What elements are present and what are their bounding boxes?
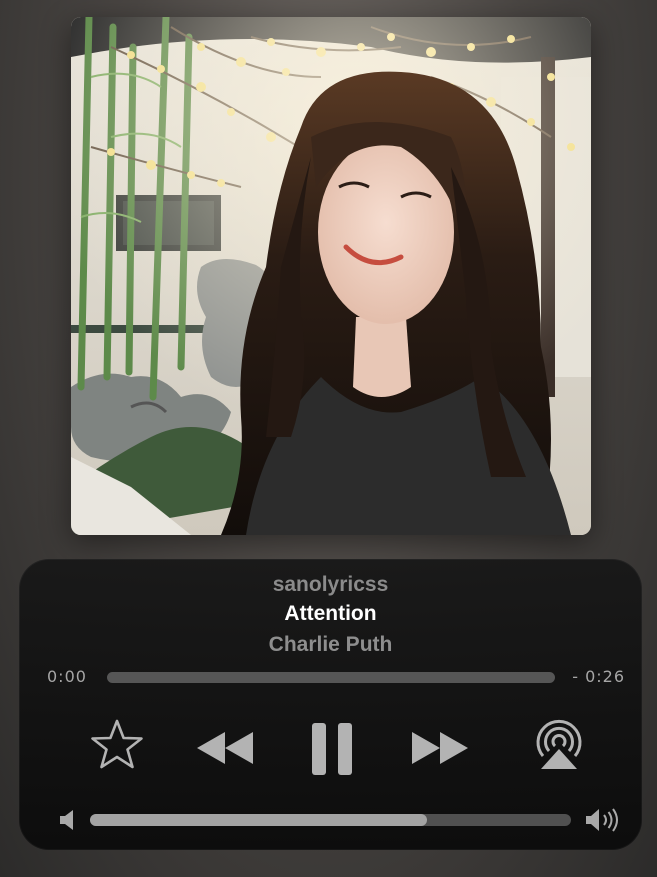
airplay-button[interactable]	[534, 719, 584, 771]
track-title: Attention	[284, 602, 377, 625]
previous-track-button[interactable]	[196, 731, 254, 765]
progress-slider[interactable]	[107, 672, 555, 683]
remaining-time: - 0:26	[572, 667, 625, 686]
speaker-low-icon	[60, 810, 73, 830]
volume-slider[interactable]	[90, 814, 571, 826]
volume-high-button[interactable]	[585, 807, 621, 833]
play-pause-button[interactable]	[311, 722, 355, 776]
elapsed-time: 0:00	[47, 667, 87, 686]
rewind-icon	[197, 732, 253, 764]
volume-low-button[interactable]	[59, 809, 77, 831]
speaker-high-icon	[586, 808, 618, 832]
fast-forward-icon	[412, 732, 468, 764]
album-artwork-image	[71, 17, 591, 535]
pause-icon	[312, 723, 352, 775]
airplay-icon	[536, 719, 582, 769]
now-playing-panel: sanolyricss Attention Charlie Puth 0:00 …	[19, 559, 642, 850]
next-track-button[interactable]	[411, 731, 469, 765]
favorite-button[interactable]	[89, 718, 145, 772]
album-artwork	[71, 17, 591, 535]
source-account: sanolyricss	[272, 573, 389, 596]
star-outline-icon	[91, 719, 143, 769]
track-artist[interactable]: Charlie Puth	[19, 633, 642, 657]
volume-fill	[90, 814, 427, 826]
